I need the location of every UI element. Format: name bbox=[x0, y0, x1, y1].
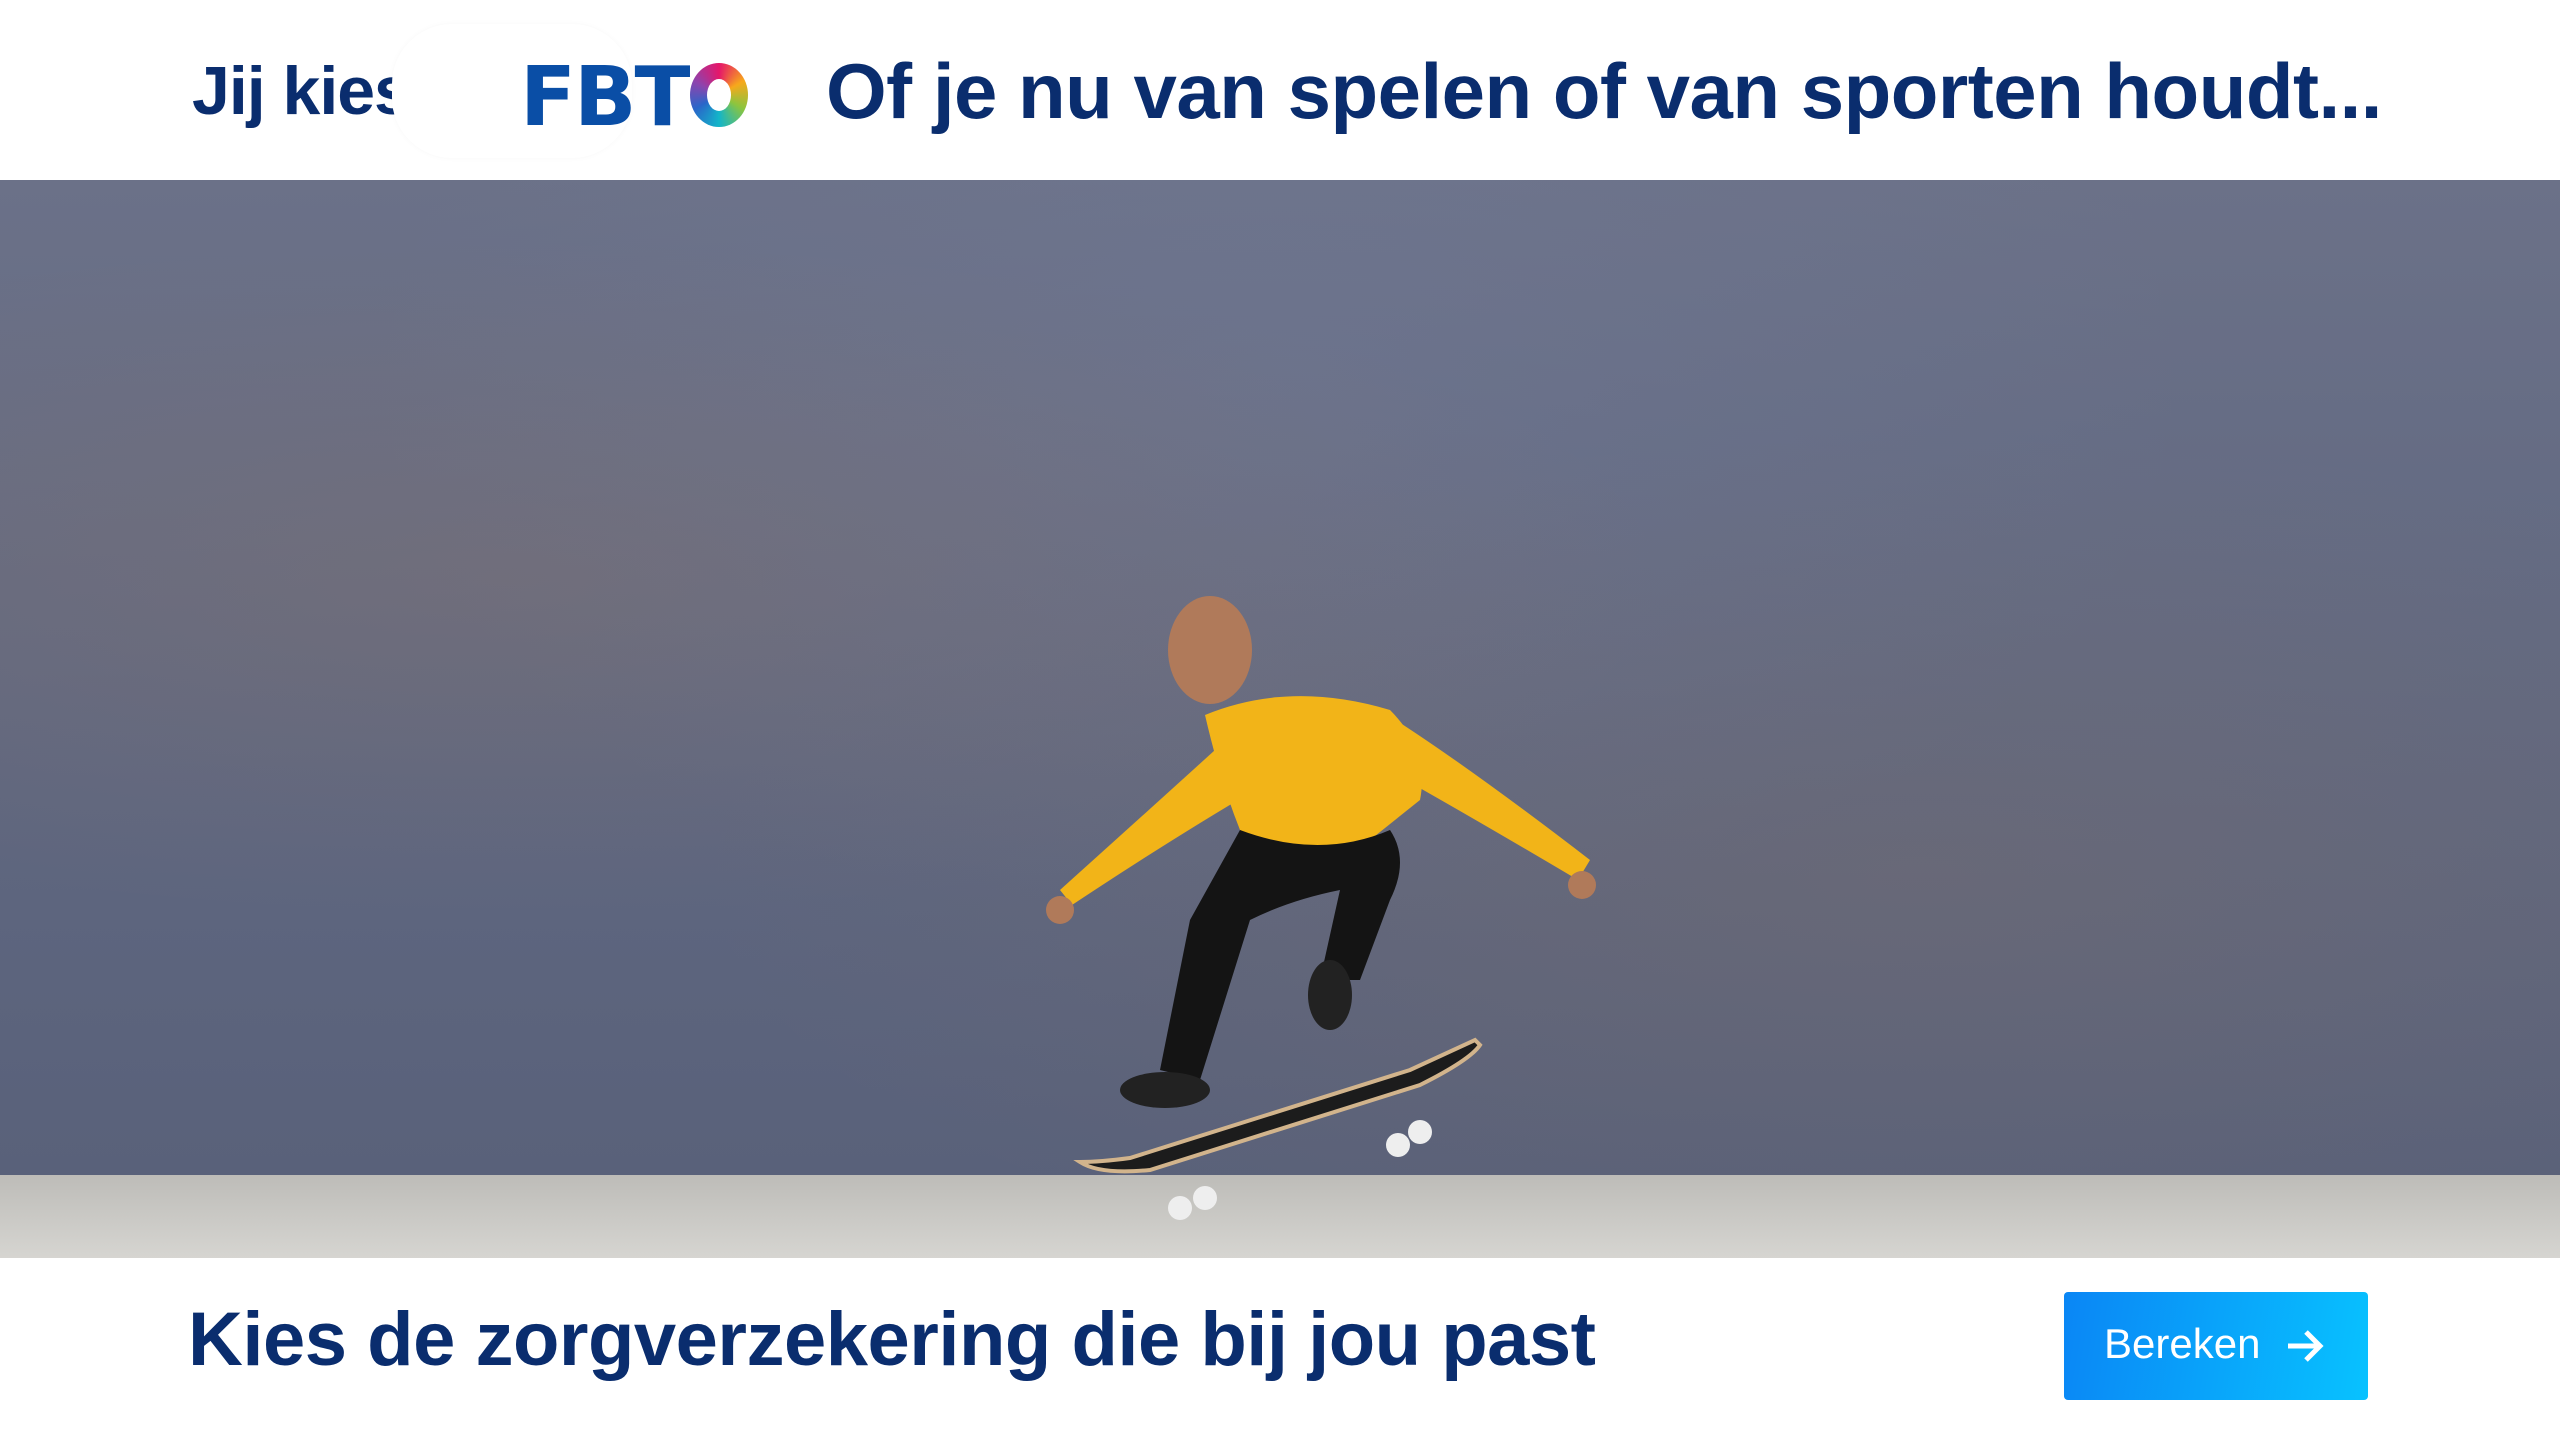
bereken-button-label: Bereken bbox=[2104, 1320, 2261, 1367]
headline: Of je nu van spelen of van sporten houdt… bbox=[826, 47, 2382, 135]
hero-image[interactable] bbox=[0, 180, 2560, 1258]
fbto-logo[interactable]: FBT bbox=[520, 50, 749, 145]
logo-rainbow-o-icon bbox=[690, 63, 749, 127]
arrow-right-icon bbox=[2288, 1330, 2324, 1362]
bereken-button[interactable]: Bereken bbox=[2064, 1292, 2368, 1400]
cta-text: Kies de zorgverzekering die bij jou past bbox=[188, 1297, 1596, 1382]
ad-header: Jij kiest. FBT Of je nu van spelen of va… bbox=[0, 0, 2560, 180]
skateboarder-jumping-icon bbox=[1046, 596, 1596, 1220]
